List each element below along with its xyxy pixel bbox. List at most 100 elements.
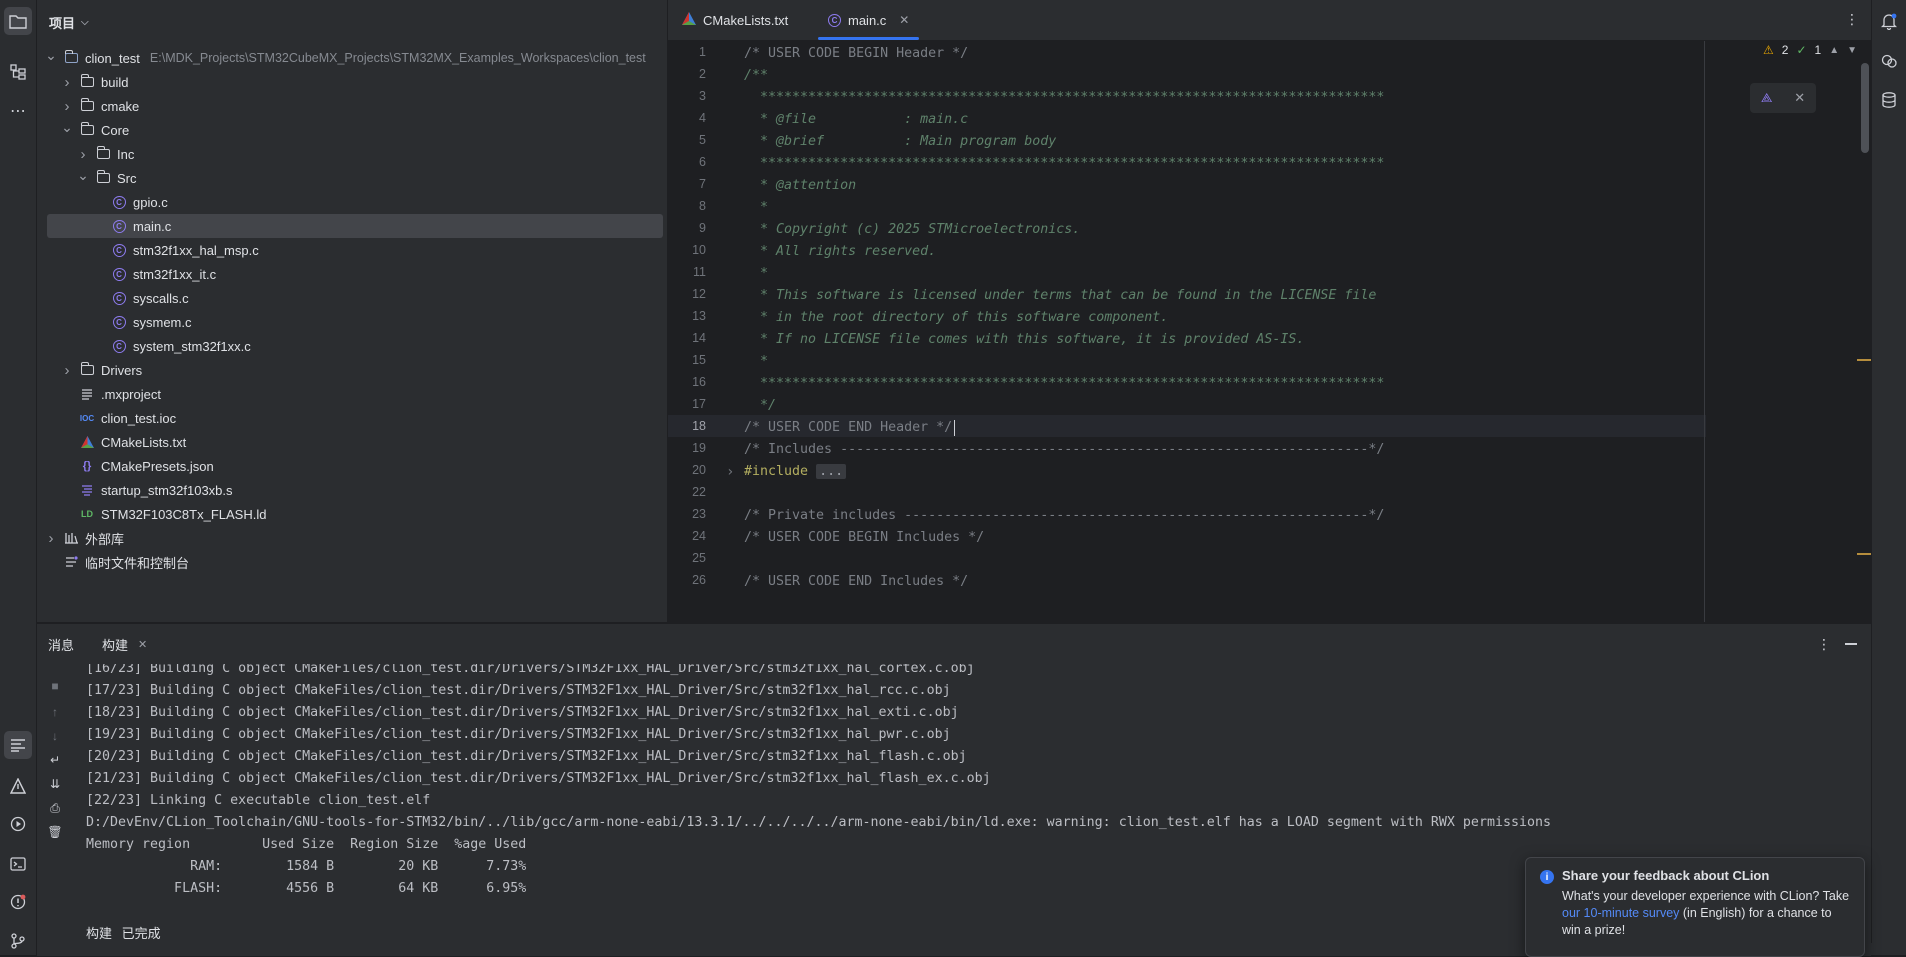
- code-line[interactable]: * in the root directory of this software…: [744, 307, 1168, 329]
- tree-item-label: startup_stm32f103xb.s: [101, 482, 233, 498]
- code-line[interactable]: * @file : main.c: [744, 109, 968, 131]
- tab-messages[interactable]: 消息: [48, 635, 74, 654]
- tree-item-core[interactable]: ⌄ Core: [37, 118, 667, 142]
- chevron-down-icon[interactable]: ⌄: [61, 119, 73, 135]
- more-tools-icon[interactable]: ⋯: [4, 97, 32, 125]
- scroll-to-end-icon[interactable]: ⇊: [47, 776, 63, 792]
- soft-wrap-icon[interactable]: ↵: [47, 752, 63, 768]
- database-icon[interactable]: [1877, 88, 1901, 112]
- chevron-right-icon[interactable]: ›: [45, 530, 57, 547]
- structure-tool-icon[interactable]: [4, 58, 32, 86]
- tree-item-stm32f103c8tx-flash-ld[interactable]: LD STM32F103C8Tx_FLASH.ld: [37, 502, 667, 526]
- tree-item-startup-stm32f103xb-s[interactable]: startup_stm32f103xb.s: [37, 478, 667, 502]
- code-line[interactable]: /* USER CODE BEGIN Header */: [744, 43, 968, 65]
- build-tool-icon[interactable]: [4, 731, 32, 759]
- tree-item-[interactable]: › 外部库: [37, 526, 667, 550]
- folder-icon: [79, 74, 95, 90]
- tab-build[interactable]: 构建: [102, 635, 128, 654]
- chevron-right-icon[interactable]: ›: [61, 362, 73, 379]
- code-line[interactable]: *: [744, 351, 768, 373]
- tree-item-label: clion_test: [85, 50, 140, 66]
- code-line[interactable]: * @brief : Main program body: [744, 131, 1056, 153]
- chevron-right-icon[interactable]: ›: [77, 146, 89, 163]
- chevron-down-icon[interactable]: ▼: [1847, 45, 1857, 56]
- code-line[interactable]: *: [744, 197, 768, 219]
- code-line[interactable]: * All rights reserved.: [744, 241, 936, 263]
- code-line[interactable]: * Copyright (c) 2025 STMicroelectronics.: [744, 219, 1080, 241]
- tree-item-system-stm32f1xx-c[interactable]: Csystem_stm32f1xx.c: [37, 334, 667, 358]
- cmake-tool-icon[interactable]: [4, 772, 32, 800]
- arrow-up-icon[interactable]: ↑: [47, 704, 63, 720]
- code-line[interactable]: * This software is licensed under terms …: [744, 285, 1376, 307]
- tree-item-src[interactable]: ⌄ Src: [37, 166, 667, 190]
- line-number: 9: [699, 221, 706, 235]
- survey-link[interactable]: our 10-minute survey: [1562, 906, 1679, 920]
- chevron-down-icon[interactable]: ⌄: [45, 47, 57, 63]
- tree-item-syscalls-c[interactable]: Csyscalls.c: [37, 286, 667, 310]
- tree-item-stm32f1xx-it-c[interactable]: Cstm32f1xx_it.c: [37, 262, 667, 286]
- tree-item-inc[interactable]: › Inc: [37, 142, 667, 166]
- minimize-icon[interactable]: [1845, 643, 1857, 645]
- tree-item-cmakepresets-json[interactable]: {} CMakePresets.json: [37, 454, 667, 478]
- code-editor[interactable]: 1 2 3 4 5 6 7 8 9 10 11 12 13 14 15 16 17 18 19 20 22 23 24 25 2…: [668, 41, 1871, 622]
- git-tool-icon[interactable]: [4, 927, 32, 955]
- warning-marker[interactable]: [1857, 553, 1871, 555]
- tree-item-clion-test-ioc[interactable]: IOC clion_test.ioc: [37, 406, 667, 430]
- close-icon[interactable]: ✕: [899, 13, 909, 27]
- tree-item-sysmem-c[interactable]: Csysmem.c: [37, 310, 667, 334]
- tree-item-stm32f1xx-hal-msp-c[interactable]: Cstm32f1xx_hal_msp.c: [37, 238, 667, 262]
- tree-item-drivers[interactable]: › Drivers: [37, 358, 667, 382]
- code-line[interactable]: /* USER CODE BEGIN Includes */: [744, 527, 984, 549]
- editor-scrollbar[interactable]: [1861, 63, 1869, 153]
- notifications-icon[interactable]: [1877, 9, 1901, 33]
- code-line[interactable]: /* USER CODE END Header */: [744, 417, 956, 439]
- chevron-right-icon[interactable]: ›: [61, 74, 73, 91]
- code-line[interactable]: /* Includes ----------------------------…: [744, 439, 1384, 461]
- warning-marker[interactable]: [1857, 359, 1871, 361]
- tree-item-build[interactable]: › build: [37, 70, 667, 94]
- ai-assistant-popup[interactable]: ⟁ ✕: [1750, 83, 1816, 113]
- code-line[interactable]: /* Private includes --------------------…: [744, 505, 1384, 527]
- code-line[interactable]: ****************************************…: [744, 87, 1384, 109]
- chevron-right-icon[interactable]: ›: [61, 98, 73, 115]
- code-line[interactable]: /**: [744, 65, 768, 87]
- problems-tool-icon[interactable]: [4, 888, 32, 916]
- code-line[interactable]: #include ... ›: [726, 461, 847, 483]
- chevron-down-icon[interactable]: ⌄: [77, 167, 89, 183]
- tree-item-[interactable]: 临时文件和控制台: [37, 550, 667, 574]
- feedback-notification[interactable]: i Share your feedback about CLion What's…: [1525, 857, 1865, 957]
- code-line[interactable]: * @attention: [744, 175, 856, 197]
- chevron-up-icon[interactable]: ▲: [1829, 45, 1839, 56]
- tree-item-cmakelists-txt[interactable]: CMakeLists.txt: [37, 430, 667, 454]
- close-icon[interactable]: ✕: [1794, 90, 1805, 106]
- tree-item-main-c[interactable]: Cmain.c: [47, 214, 663, 238]
- terminal-tool-icon[interactable]: [4, 850, 32, 878]
- close-icon[interactable]: ✕: [138, 638, 147, 651]
- tree-item-mxproject[interactable]: .mxproject: [37, 382, 667, 406]
- fold-arrow-icon[interactable]: ›: [726, 461, 734, 483]
- tree-item-cmake[interactable]: › cmake: [37, 94, 667, 118]
- more-options-icon[interactable]: ⋮: [1845, 11, 1859, 28]
- ai-chat-icon[interactable]: [1877, 49, 1901, 73]
- code-line[interactable]: */: [744, 395, 776, 417]
- tree-item-gpio-c[interactable]: Cgpio.c: [37, 190, 667, 214]
- code-line[interactable]: * If no LICENSE file comes with this sof…: [744, 329, 1304, 351]
- arrow-down-icon[interactable]: ↓: [47, 728, 63, 744]
- tab-cmakelists[interactable]: CMakeLists.txt: [682, 0, 788, 40]
- project-tool-icon[interactable]: [4, 7, 32, 35]
- trash-icon[interactable]: 🗑: [47, 824, 63, 840]
- folded-region[interactable]: ...: [816, 464, 847, 479]
- code-line[interactable]: *: [744, 263, 768, 285]
- code-line[interactable]: ****************************************…: [744, 153, 1384, 175]
- inspection-widget[interactable]: ⚠ 2 ✓ 1 ▲ ▼: [1763, 43, 1857, 57]
- more-options-icon[interactable]: ⋮: [1817, 636, 1831, 653]
- ai-assistant-icon[interactable]: ⟁: [1761, 90, 1773, 106]
- code-line[interactable]: ****************************************…: [744, 373, 1384, 395]
- tab-main-c[interactable]: C main.c ✕: [817, 0, 920, 40]
- run-tool-icon[interactable]: [4, 810, 32, 838]
- tree-item-clion-test[interactable]: ⌄ clion_test E:\MDK_Projects\STM32CubeMX_P…: [37, 46, 667, 70]
- code-line[interactable]: /* USER CODE END Includes */: [744, 571, 968, 593]
- project-panel-header[interactable]: 项目 ⌵: [49, 12, 89, 32]
- stop-icon[interactable]: ■: [47, 678, 63, 694]
- print-icon[interactable]: ⎙: [47, 800, 63, 816]
